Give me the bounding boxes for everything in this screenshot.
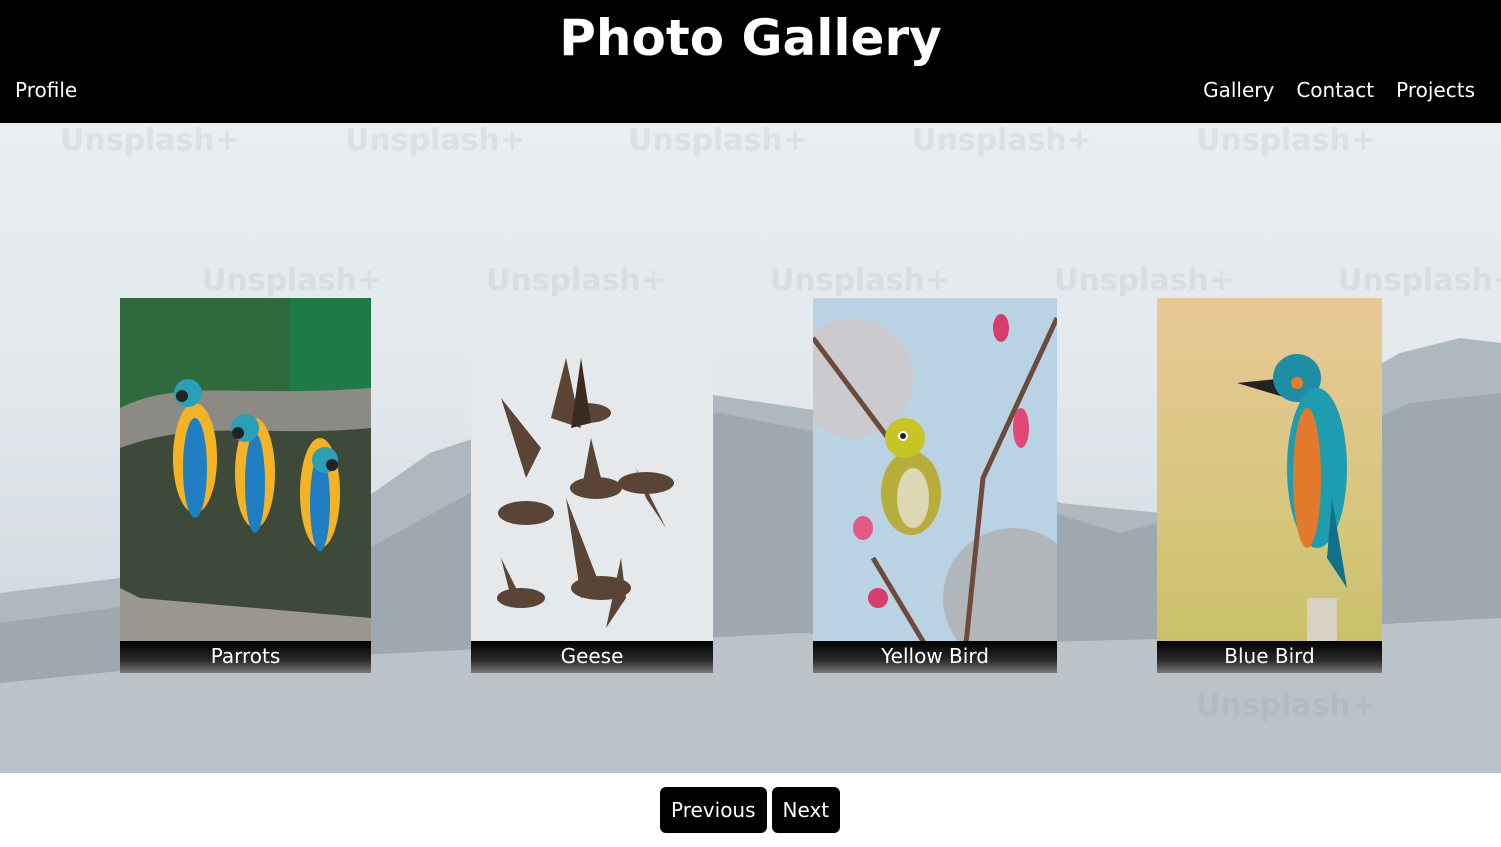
gallery-card-geese[interactable]: Geese [471,298,713,673]
watermark-11: Unsplash+ [1196,688,1376,723]
geese-photo [471,298,713,673]
next-button[interactable]: Next [771,787,841,833]
gallery-card-parrots[interactable]: Parrots [120,298,371,673]
watermark-10: Unsplash+ [1338,263,1501,298]
card-caption-parrots: Parrots [120,641,371,673]
parrots-photo [120,298,371,673]
nav-gallery-link[interactable]: Gallery [1203,78,1274,102]
previous-button[interactable]: Previous [660,787,767,833]
site-header: Photo Gallery Profile Gallery Contact Pr… [0,0,1501,123]
page-title: Photo Gallery [559,9,942,67]
card-caption-blue-bird: Blue Bird [1157,641,1382,673]
nav-contact-link[interactable]: Contact [1296,78,1374,102]
watermark-7: Unsplash+ [486,263,666,298]
nav-projects-link[interactable]: Projects [1396,78,1475,102]
nav-profile-link[interactable]: Profile [15,78,77,102]
watermark-8: Unsplash+ [770,263,950,298]
card-caption-geese: Geese [471,641,713,673]
watermark-1: Unsplash+ [60,123,240,158]
pagination: Previous Next [660,787,841,833]
yellow-bird-photo [813,298,1057,673]
hero-background: Unsplash+ Unsplash+ Unsplash+ Unsplash+ … [0,123,1501,773]
watermark-2: Unsplash+ [345,123,525,158]
watermark-6: Unsplash+ [202,263,382,298]
watermark-9: Unsplash+ [1054,263,1234,298]
gallery-card-yellow-bird[interactable]: Yellow Bird [813,298,1057,673]
watermark-4: Unsplash+ [912,123,1092,158]
main-nav: Gallery Contact Projects [1203,78,1475,102]
blue-bird-photo [1157,298,1382,673]
watermark-5: Unsplash+ [1196,123,1376,158]
gallery-card-blue-bird[interactable]: Blue Bird [1157,298,1382,673]
card-caption-yellow-bird: Yellow Bird [813,641,1057,673]
watermark-3: Unsplash+ [628,123,808,158]
